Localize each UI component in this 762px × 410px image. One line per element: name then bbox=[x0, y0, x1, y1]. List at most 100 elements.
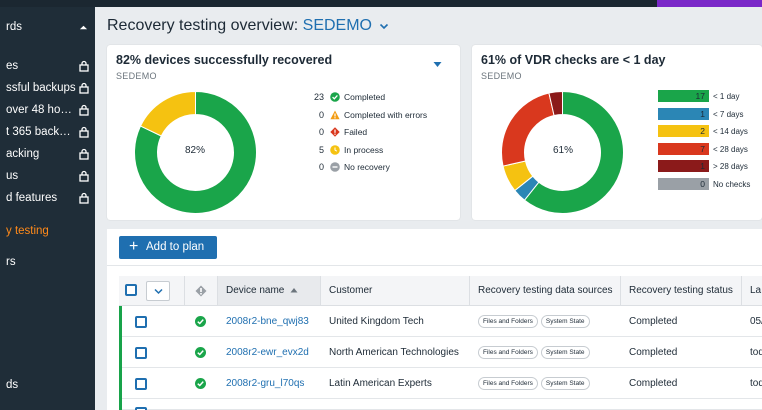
donut-center-label: 61% bbox=[552, 145, 573, 156]
select-options-dropdown[interactable] bbox=[146, 281, 170, 301]
row-checkbox[interactable] bbox=[135, 316, 147, 328]
sidebar-item-label: t 365 backu… bbox=[6, 126, 76, 138]
row-status-bar bbox=[119, 368, 122, 399]
donut-center-label: 82% bbox=[184, 145, 205, 156]
customer-cell: United Kingdom Tech bbox=[329, 316, 424, 327]
donut-slice-3[interactable] bbox=[139, 90, 196, 137]
sidebar-item-label: es bbox=[6, 60, 19, 72]
status-cell: Completed bbox=[629, 347, 678, 358]
customer-cell: North American Technologies bbox=[329, 347, 459, 358]
legend-count-swatch: 1 bbox=[658, 160, 709, 172]
check-circle-icon bbox=[330, 92, 340, 102]
column-header-status[interactable]: Recovery testing status bbox=[621, 276, 742, 306]
row-status-bar bbox=[119, 399, 122, 410]
column-header-label: Recovery testing data sources bbox=[478, 285, 613, 296]
legend-label: No checks bbox=[713, 179, 751, 189]
add-to-plan-button[interactable]: + Add to plan bbox=[119, 236, 217, 259]
recovered-devices-card: 82% devices successfully recovered SEDEM… bbox=[107, 45, 460, 220]
column-header-customer[interactable]: Customer bbox=[321, 276, 470, 306]
table-row[interactable]: 2008r2-bne_qwj83 United Kingdom Tech Fil… bbox=[119, 306, 762, 337]
source-pill: System State bbox=[540, 376, 590, 390]
legend-label: Completed bbox=[344, 92, 386, 102]
table-row[interactable]: 2008r2-ewr_evx2d North American Technolo… bbox=[119, 337, 762, 368]
status-icon-header bbox=[185, 276, 218, 306]
lock-icon bbox=[79, 170, 89, 182]
legend-count-swatch: 17 bbox=[658, 90, 709, 102]
data-sources-cell: Files and Folders System State bbox=[478, 337, 626, 368]
device-name-link[interactable]: 2008r2-ewr_evx2d bbox=[226, 337, 326, 368]
select-all-header bbox=[119, 276, 185, 306]
status-cell: Completed bbox=[629, 316, 678, 327]
divider bbox=[107, 265, 762, 266]
check-circle-icon bbox=[195, 316, 206, 327]
sidebar-item-tracking[interactable]: acking bbox=[0, 143, 95, 165]
column-header-label: Customer bbox=[329, 285, 373, 296]
top-bar-accent bbox=[657, 0, 762, 7]
legend-count: 0 bbox=[318, 109, 324, 120]
legend-label: > 28 days bbox=[713, 162, 748, 171]
sort-ascending-icon bbox=[290, 288, 298, 293]
legend-label: Failed bbox=[344, 127, 368, 137]
sidebar-item-over-48-hours[interactable]: over 48 ho… bbox=[0, 99, 95, 121]
top-bar bbox=[0, 0, 762, 7]
lock-icon bbox=[79, 82, 89, 94]
lock-icon bbox=[79, 126, 89, 138]
row-checkbox[interactable] bbox=[135, 378, 147, 390]
sidebar-item-label: rds bbox=[6, 21, 22, 33]
source-pill: System State bbox=[540, 314, 590, 328]
tenant-name: SEDEMO bbox=[302, 17, 372, 34]
sidebar-item-successful-backups[interactable]: ssful backups bbox=[0, 77, 95, 99]
row-status-bar bbox=[119, 337, 122, 368]
sidebar-item-devices[interactable]: es bbox=[0, 55, 95, 77]
minus-circle-icon bbox=[330, 162, 340, 172]
legend-label: < 28 days bbox=[713, 144, 748, 154]
column-header-last[interactable]: La bbox=[742, 276, 762, 306]
lock-icon bbox=[79, 60, 89, 72]
source-pill: Files and Folders bbox=[478, 345, 538, 359]
lock-icon bbox=[79, 148, 89, 160]
status-cell: Completed bbox=[629, 378, 678, 389]
sidebar-item-advanced-features[interactable]: d features bbox=[0, 187, 95, 209]
legend-count: 5 bbox=[318, 144, 324, 155]
card-title: 82% devices successfully recovered bbox=[116, 53, 333, 67]
select-all-checkbox[interactable] bbox=[125, 284, 137, 296]
sidebar-item-users[interactable]: rs bbox=[0, 251, 95, 273]
row-checkbox[interactable] bbox=[135, 347, 147, 359]
legend-count-swatch: 0 bbox=[658, 177, 709, 190]
sidebar-item-label: us bbox=[6, 170, 19, 182]
caret-up-icon bbox=[79, 25, 88, 30]
card-subtitle: SEDEMO bbox=[481, 71, 522, 81]
vdr-checks-card: 61% of VDR checks are < 1 day SEDEMO 61%… bbox=[472, 45, 762, 220]
warning-icon bbox=[330, 110, 340, 119]
tenant-selector[interactable]: SEDEMO bbox=[303, 17, 390, 34]
sidebar-item-label: rs bbox=[6, 256, 16, 268]
legend-count-swatch: 7 bbox=[658, 142, 709, 155]
page-title: Recovery testing overview: SEDEMO bbox=[107, 17, 390, 35]
device-name-link[interactable]: 2008r2-bne_qwj83 bbox=[226, 306, 326, 337]
column-header-label: La bbox=[750, 285, 762, 296]
device-name-link[interactable]: 2008r2-gru_l70qs bbox=[226, 368, 326, 399]
chevron-down-icon bbox=[154, 288, 163, 295]
card-menu-caret-icon[interactable] bbox=[433, 61, 442, 68]
check-circle-icon bbox=[195, 347, 206, 358]
sidebar-item-label: ssful backups bbox=[6, 82, 76, 94]
sidebar-item-label: y testing bbox=[6, 225, 49, 237]
data-sources-cell: Files and Folders System State bbox=[478, 306, 626, 337]
sidebar-item-label: ds bbox=[6, 379, 19, 391]
sidebar-item-label: over 48 ho… bbox=[6, 104, 72, 116]
row-status-bar bbox=[119, 306, 122, 337]
error-icon bbox=[330, 127, 340, 137]
source-pill: Files and Folders bbox=[478, 376, 538, 390]
sidebar-item-recovery-testing[interactable]: y testing bbox=[0, 220, 95, 242]
legend-count: 0 bbox=[318, 162, 324, 172]
column-header-device-name[interactable]: Device name bbox=[218, 276, 321, 306]
column-header-data-sources[interactable]: Recovery testing data sources bbox=[470, 276, 621, 306]
sidebar-item-status[interactable]: us bbox=[0, 165, 95, 187]
sidebar-item-dashboards[interactable]: rds bbox=[0, 16, 95, 38]
table-row[interactable]: 2008r2-gru_l70qs Latin American Experts … bbox=[119, 368, 762, 399]
sidebar-item-365-backups[interactable]: t 365 backu… bbox=[0, 121, 95, 143]
legend-count: 23 bbox=[313, 92, 324, 102]
sidebar-item-label: d features bbox=[6, 192, 58, 204]
sidebar-item-downloads[interactable]: ds bbox=[0, 374, 95, 396]
table-row[interactable] bbox=[119, 399, 762, 410]
